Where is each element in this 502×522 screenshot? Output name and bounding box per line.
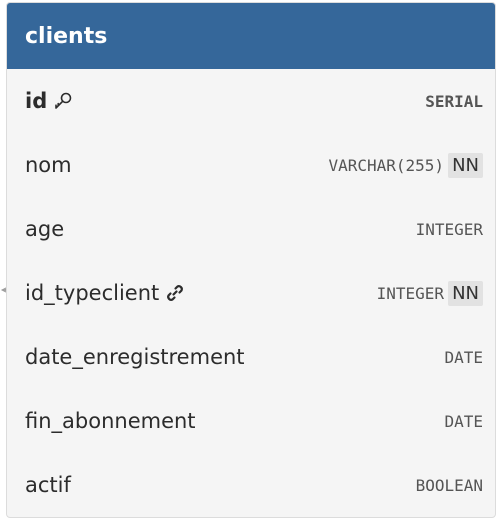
- column-row-id-typeclient[interactable]: id_typeclient INTEGER NN: [7, 261, 495, 325]
- column-name: age: [25, 217, 65, 241]
- column-row-nom[interactable]: nom VARCHAR(255) NN: [7, 133, 495, 197]
- link-icon: [165, 283, 185, 303]
- not-null-badge: NN: [448, 152, 483, 178]
- column-type: INTEGER: [376, 283, 445, 303]
- table-card-clients[interactable]: clients id SERIAL nom VARCHAR(255) NN ag…: [6, 2, 496, 518]
- column-name: date_enregistrement: [25, 345, 245, 369]
- column-row-actif[interactable]: actif BOOLEAN: [7, 453, 495, 517]
- column-row-fin-abonnement[interactable]: fin_abonnement DATE: [7, 389, 495, 453]
- table-header[interactable]: clients: [7, 3, 495, 69]
- column-type: SERIAL: [425, 91, 483, 111]
- column-name: nom: [25, 153, 72, 177]
- key-icon: [53, 91, 73, 111]
- column-name: id: [25, 89, 73, 113]
- column-type: DATE: [444, 411, 483, 431]
- column-name: fin_abonnement: [25, 409, 196, 433]
- column-name: id_typeclient: [25, 281, 185, 305]
- column-type: VARCHAR(255): [328, 155, 445, 175]
- column-type: DATE: [444, 347, 483, 367]
- column-row-age[interactable]: age INTEGER: [7, 197, 495, 261]
- table-title: clients: [25, 23, 108, 49]
- column-name: actif: [25, 473, 71, 497]
- column-row-id[interactable]: id SERIAL: [7, 69, 495, 133]
- column-row-date-enregistrement[interactable]: date_enregistrement DATE: [7, 325, 495, 389]
- column-type: INTEGER: [415, 219, 483, 239]
- column-type: BOOLEAN: [415, 475, 483, 495]
- not-null-badge: NN: [448, 280, 483, 306]
